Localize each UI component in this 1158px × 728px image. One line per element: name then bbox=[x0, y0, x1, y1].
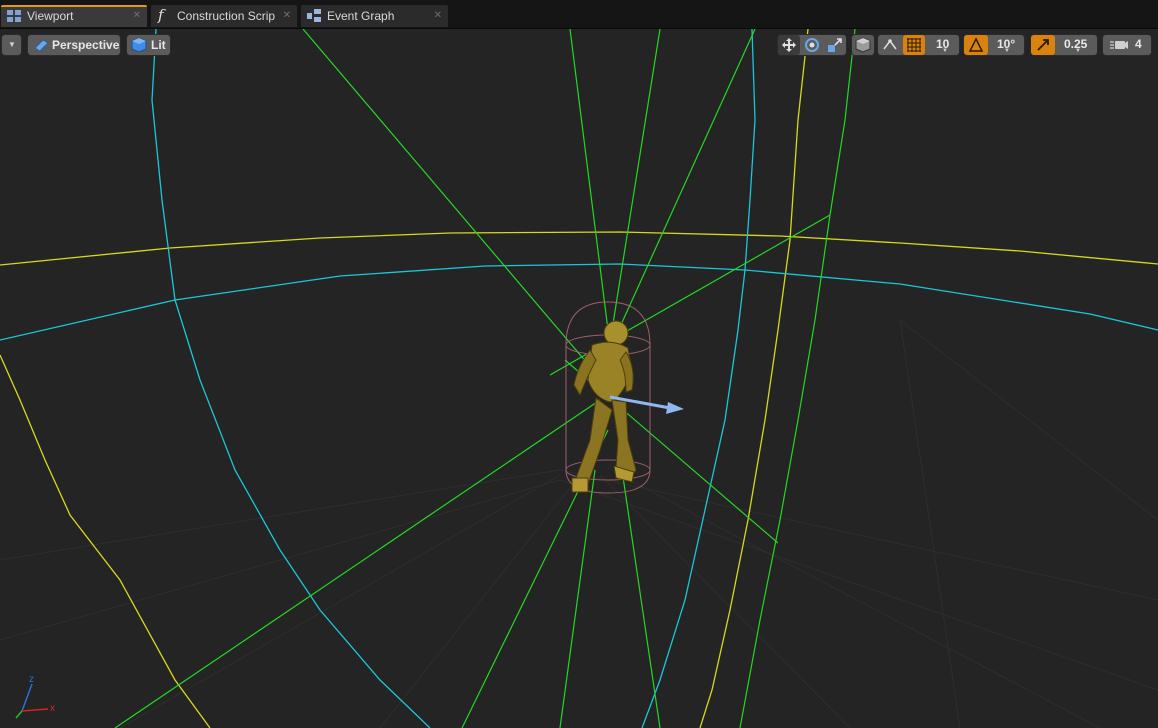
tab-label: Event Graph bbox=[327, 9, 395, 23]
viewport-icon bbox=[7, 10, 21, 22]
scale-button[interactable] bbox=[824, 35, 846, 55]
lit-label: Lit bbox=[151, 38, 166, 52]
chevron-down-icon: ▼ bbox=[942, 48, 948, 54]
scale-icon bbox=[828, 38, 842, 52]
surface-snap-button[interactable] bbox=[878, 35, 902, 55]
viewport-options-button[interactable]: ▼ bbox=[1, 34, 22, 56]
tab-viewport[interactable]: Viewport ✕ bbox=[0, 4, 148, 27]
chevron-down-icon: ▼ bbox=[1075, 48, 1081, 54]
perspective-button[interactable]: Perspective bbox=[27, 34, 121, 56]
surface-snap-icon bbox=[883, 39, 897, 50]
perspective-label: Perspective bbox=[52, 38, 120, 52]
chevron-down-icon: ▼ bbox=[8, 40, 16, 49]
close-icon[interactable]: ✕ bbox=[133, 10, 141, 21]
close-icon[interactable]: ✕ bbox=[434, 10, 442, 21]
translate-button[interactable] bbox=[778, 35, 800, 55]
coordinate-system-button[interactable] bbox=[851, 34, 875, 56]
rotation-snap-group: 10° ▼ bbox=[963, 34, 1025, 56]
function-icon: f bbox=[158, 6, 164, 24]
lit-button[interactable]: Lit bbox=[126, 34, 171, 56]
tab-construction-script[interactable]: f Construction Scrip ✕ bbox=[150, 4, 298, 27]
scale-snap-group: 0.25 ▼ bbox=[1030, 34, 1098, 56]
lit-icon bbox=[131, 37, 147, 53]
grid-icon bbox=[907, 38, 921, 52]
axis-label-x: x bbox=[50, 703, 55, 714]
grid-snap-toggle[interactable] bbox=[903, 35, 925, 55]
character-mesh bbox=[571, 320, 637, 493]
camera-speed-button[interactable]: 4 bbox=[1102, 34, 1152, 56]
transform-tools bbox=[777, 34, 847, 56]
cube-icon bbox=[855, 37, 871, 53]
angle-icon bbox=[968, 37, 984, 52]
camera-speed-value: 4 bbox=[1135, 37, 1142, 51]
tab-event-graph[interactable]: Event Graph ✕ bbox=[300, 4, 449, 27]
close-icon[interactable]: ✕ bbox=[283, 10, 291, 21]
rotate-icon bbox=[805, 38, 819, 52]
grid-snap-group: 10 ▼ bbox=[877, 34, 960, 56]
tab-bar: Viewport ✕ f Construction Scrip ✕ Event … bbox=[0, 0, 1158, 29]
perspective-icon bbox=[34, 39, 49, 52]
translate-icon bbox=[782, 38, 796, 52]
camera-speed-icon bbox=[1110, 41, 1128, 49]
tab-label: Viewport bbox=[27, 9, 74, 23]
scale-snap-toggle[interactable] bbox=[1031, 35, 1055, 55]
axis-label-z: z bbox=[29, 674, 34, 685]
rotation-snap-toggle[interactable] bbox=[964, 35, 988, 55]
tab-label: Construction Scrip bbox=[177, 9, 276, 23]
event-graph-icon bbox=[307, 9, 321, 22]
axis-gizmo bbox=[15, 683, 49, 719]
rotate-button[interactable] bbox=[801, 35, 823, 55]
viewport-scene bbox=[0, 29, 1158, 728]
level-viewport[interactable]: z x ▼ Perspective Lit 10 ▼ 10° ▼ 0.25 ▼ … bbox=[0, 29, 1158, 728]
chevron-down-icon: ▼ bbox=[1004, 48, 1010, 54]
scale-snap-icon bbox=[1037, 39, 1049, 51]
